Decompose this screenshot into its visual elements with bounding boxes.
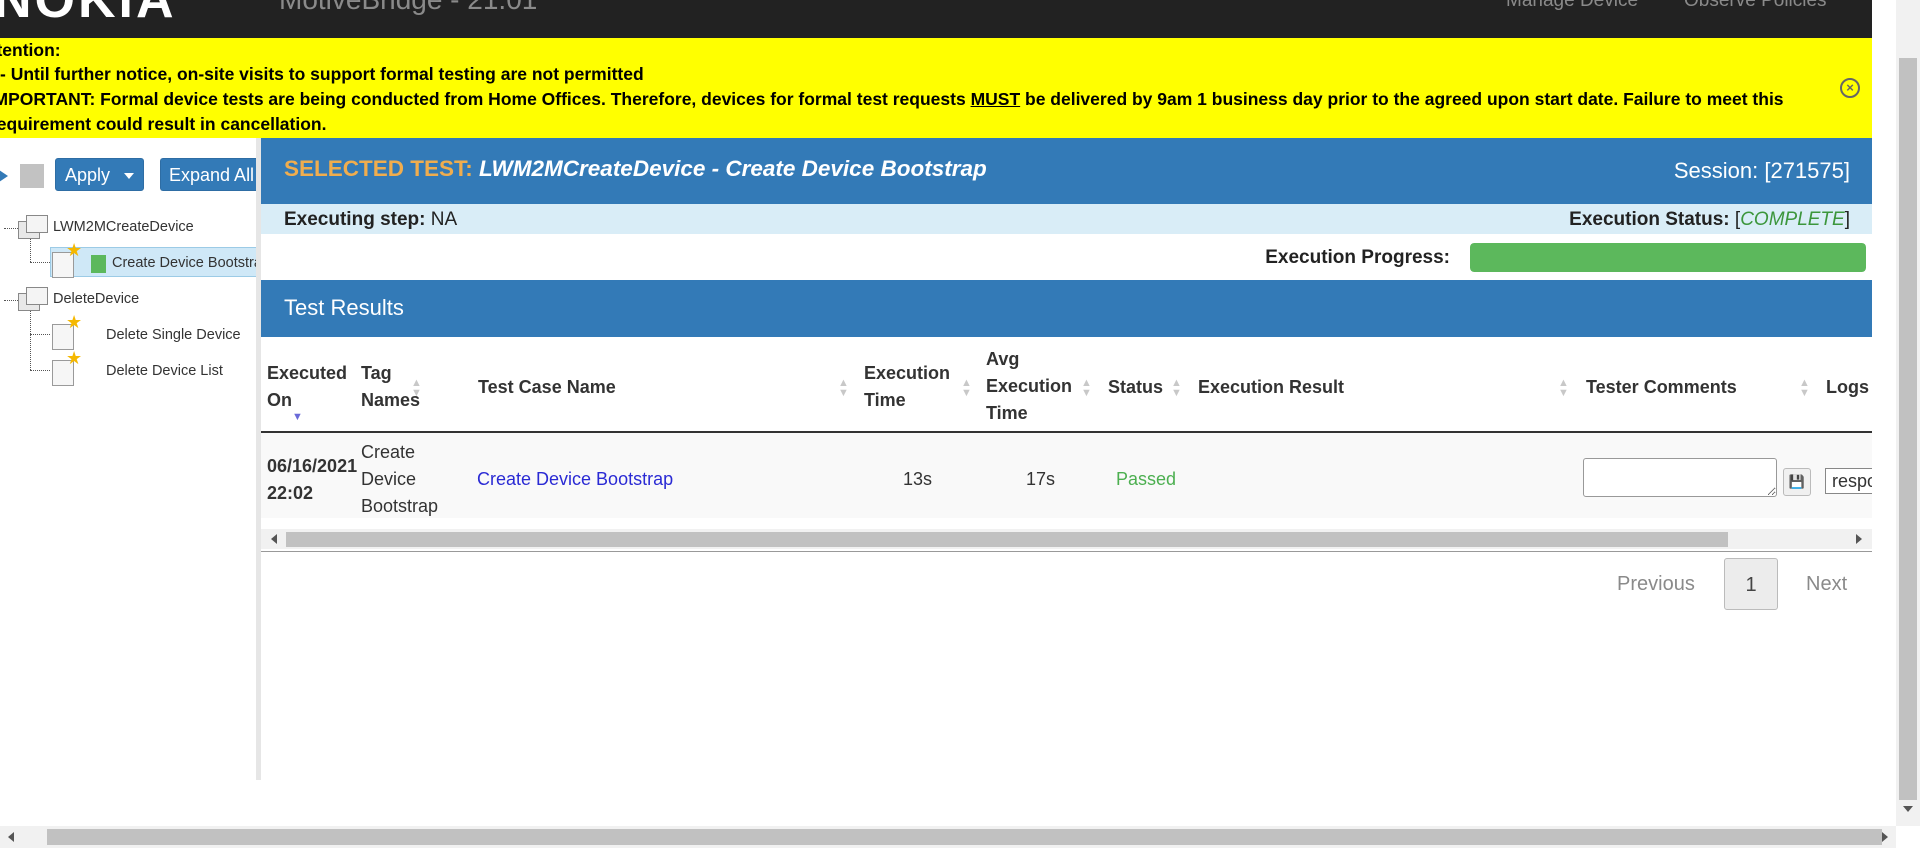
logs-select[interactable]: respo xyxy=(1825,468,1872,494)
scroll-right-icon[interactable] xyxy=(1856,534,1862,544)
pagination-previous[interactable]: Previous xyxy=(1617,558,1695,610)
apply-dropdown-button[interactable]: Apply xyxy=(55,158,144,191)
test-case-star-icon: ★ xyxy=(50,312,82,352)
tree-connector xyxy=(4,228,18,229)
scroll-right-icon[interactable] xyxy=(1882,832,1888,842)
selected-test-title: SELECTED TEST: LWM2MCreateDevice - Creat… xyxy=(284,156,987,182)
selected-test-name: LWM2MCreateDevice - Create Device Bootst… xyxy=(479,156,987,181)
test-results-header: Test Results xyxy=(261,280,1872,337)
scroll-down-icon[interactable] xyxy=(1903,806,1913,812)
nav-observe-policies[interactable]: Observe Policies xyxy=(1684,0,1827,12)
page-horizontal-scrollbar[interactable] xyxy=(0,826,1896,848)
sort-icon[interactable]: ▲ ▼ xyxy=(838,378,849,399)
test-results-title: Test Results xyxy=(284,295,404,320)
column-header-test-case-name[interactable]: Test Case Name xyxy=(478,374,616,401)
apply-label: Apply xyxy=(65,165,111,185)
test-case-star-icon: ★ xyxy=(50,348,82,388)
execution-status-label: Execution Status: xyxy=(1569,209,1730,230)
scroll-left-icon[interactable] xyxy=(8,832,14,842)
column-header-avg-execution-time[interactable]: Avg Execution Time xyxy=(986,346,1081,427)
stop-icon[interactable] xyxy=(20,164,44,188)
column-header-tester-comments[interactable]: Tester Comments xyxy=(1586,374,1737,401)
play-icon[interactable] xyxy=(0,168,8,184)
scrollbar-thumb[interactable] xyxy=(286,532,1728,547)
executing-step-label: Executing step: xyxy=(284,209,426,230)
selected-test-prefix: SELECTED TEST: xyxy=(284,156,473,181)
close-icon[interactable]: × xyxy=(1840,78,1860,98)
execution-status-value: COMPLETE xyxy=(1740,209,1845,230)
cell-tag-names: Create Device Bootstrap xyxy=(361,442,439,516)
tree-connector xyxy=(30,238,31,262)
scrollbar-thumb[interactable] xyxy=(47,829,1882,845)
top-navbar: NOKIA MotiveBridge - 21.01 Manage Device… xyxy=(0,0,1872,38)
execution-progress-bar xyxy=(1470,243,1866,272)
tree-connector xyxy=(30,370,50,371)
page-vertical-scrollbar[interactable] xyxy=(1896,0,1920,826)
test-case-link[interactable]: Create Device Bootstrap xyxy=(477,466,673,493)
announcement-text: - IMPORTANT: Formal device tests are bei… xyxy=(0,89,971,109)
selected-test-header: SELECTED TEST: LWM2MCreateDevice - Creat… xyxy=(261,138,1872,204)
announcement-banner: Attention: - Until further notice, on-si… xyxy=(0,38,1872,138)
sort-icon[interactable]: ▲ ▼ xyxy=(1558,378,1569,399)
tree-group-lwm2mcreatedevice[interactable]: LWM2MCreateDevice xyxy=(53,219,194,235)
announcement-heading: Attention: xyxy=(0,40,61,60)
test-suite-icon xyxy=(18,287,48,311)
announcement-line: requirement could result in cancellation… xyxy=(0,114,327,134)
scrollbar-thumb[interactable] xyxy=(1899,58,1917,800)
column-header-execution-result[interactable]: Execution Result xyxy=(1198,374,1344,401)
nav-manage-device[interactable]: Manage Device xyxy=(1506,0,1638,12)
test-case-star-icon: ★ xyxy=(50,240,82,280)
sort-icon[interactable]: ▲ ▼ xyxy=(1081,378,1092,399)
status-passed: Passed xyxy=(1116,469,1177,489)
scroll-left-icon[interactable] xyxy=(271,534,277,544)
status-indicator-icon xyxy=(91,255,106,273)
announcement-text: be delivered by 9am 1 business day prior… xyxy=(1020,89,1784,109)
tester-comments-input[interactable] xyxy=(1583,458,1777,497)
test-tree-panel: Apply Expand All LWM2MCreateDevice ★ Cre… xyxy=(0,138,256,780)
executing-step: Executing step: NA xyxy=(284,209,457,231)
sort-icon[interactable]: ▲ ▼ xyxy=(961,378,972,399)
cell-avg-execution-time: 17s xyxy=(1026,469,1056,489)
tree-connector xyxy=(30,262,50,263)
execution-progress-label: Execution Progress: xyxy=(1265,247,1450,268)
column-header-execution-time[interactable]: Execution Time xyxy=(864,360,964,414)
table-bottom-divider xyxy=(261,551,1872,552)
tree-connector xyxy=(30,334,50,335)
tree-group-deletedevice[interactable]: DeleteDevice xyxy=(53,291,139,307)
column-header-executed-on[interactable]: Executed On xyxy=(267,360,347,414)
cell-execution-time: 13s xyxy=(903,469,933,489)
tree-item-delete-single-device[interactable]: Delete Single Device xyxy=(106,327,241,343)
tree-connector xyxy=(4,300,18,301)
expand-all-label: Expand All xyxy=(169,165,255,185)
table-horizontal-scrollbar[interactable] xyxy=(261,529,1872,549)
tree-item-create-device-bootstrap[interactable]: Create Device Bootstrap xyxy=(112,255,256,271)
nokia-logo[interactable]: NOKIA xyxy=(0,0,177,30)
announcement-line: - Until further notice, on-site visits t… xyxy=(0,64,644,84)
tree-connector xyxy=(30,310,31,370)
pagination-next[interactable]: Next xyxy=(1806,558,1847,610)
tree-item-delete-device-list[interactable]: Delete Device List xyxy=(106,363,223,379)
test-suite-icon xyxy=(18,215,48,239)
execution-progress-fill xyxy=(1470,243,1866,272)
column-header-status[interactable]: Status xyxy=(1108,374,1163,401)
column-header-logs[interactable]: Logs xyxy=(1826,374,1869,401)
caret-down-icon xyxy=(124,173,134,179)
expand-all-button[interactable]: Expand All xyxy=(160,158,256,191)
sort-icon[interactable]: ▲ ▼ xyxy=(411,378,422,399)
save-icon[interactable]: 💾 xyxy=(1783,468,1811,496)
execution-status: Execution Status: [COMPLETE] xyxy=(1569,209,1850,230)
main-panel: SELECTED TEST: LWM2MCreateDevice - Creat… xyxy=(261,138,1872,780)
execution-info-row: Executing step: NA Execution Status: [CO… xyxy=(261,204,1872,234)
cell-executed-on: 06/16/2021 22:02 xyxy=(267,456,358,503)
app-title: MotiveBridge - 21.01 xyxy=(279,0,537,16)
sort-icon[interactable]: ▲ ▼ xyxy=(1799,378,1810,399)
sort-desc-icon[interactable]: ▼ xyxy=(292,412,303,423)
session-id: Session: [271575] xyxy=(1673,158,1850,183)
announcement-emphasis: MUST xyxy=(970,89,1021,109)
executing-step-value: NA xyxy=(430,209,458,230)
pagination-page-1[interactable]: 1 xyxy=(1724,558,1778,610)
announcement-line: - IMPORTANT: Formal device tests are bei… xyxy=(0,89,1784,110)
sort-icon[interactable]: ▲ ▼ xyxy=(1171,378,1182,399)
